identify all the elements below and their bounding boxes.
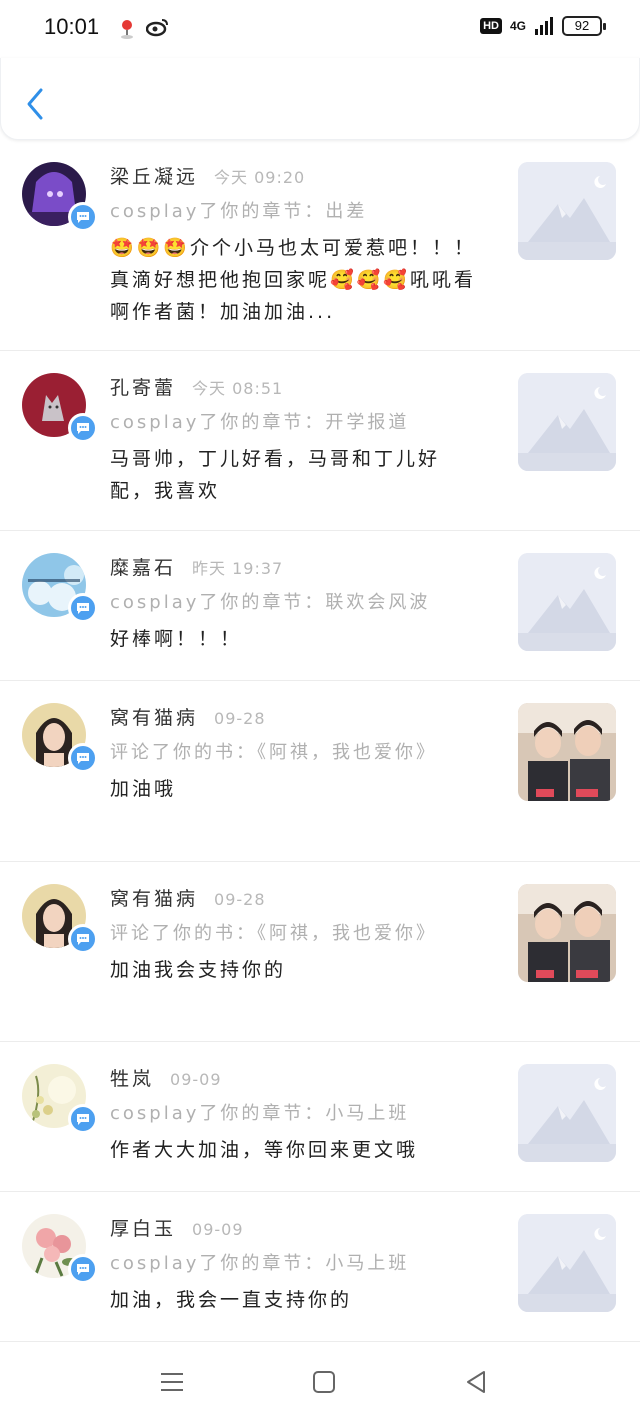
item-content: 厚白玉 09-09 cosplay了你的章节：小马上班 加油，我会一直支持你的 (110, 1214, 480, 1316)
comment-badge-icon (68, 413, 98, 443)
comment-badge-icon (68, 1104, 98, 1134)
item-comment: 🤩🤩🤩介个小马也太可爱惹吧！！！真滴好想把他抱回家呢🥰🥰🥰吼吼看啊作者菌！加油加… (110, 237, 476, 323)
avatar[interactable] (22, 373, 98, 443)
user-name[interactable]: 窝有猫病 (110, 703, 198, 730)
header (0, 58, 640, 140)
home-button[interactable] (310, 1368, 338, 1396)
item-time: 今天 09:20 (214, 168, 306, 187)
item-action: 评论了你的书：《阿祺，我也爱你》 (110, 923, 437, 944)
menu-icon (161, 1373, 183, 1391)
thumbnail-photo[interactable] (518, 703, 616, 801)
thumbnail-placeholder[interactable] (518, 162, 616, 260)
thumbnail-placeholder[interactable] (518, 553, 616, 651)
thumbnail-placeholder[interactable] (518, 1214, 616, 1312)
avatar[interactable] (22, 1214, 98, 1284)
item-content: 糜嘉石 昨天 19:37 cosplay了你的章节：联欢会风波 好棒啊！！！ (110, 553, 480, 655)
list-item[interactable]: 牲岚 09-09 cosplay了你的章节：小马上班 作者大大加油，等你回来更文… (0, 1042, 640, 1192)
item-time: 09-28 (214, 890, 266, 909)
item-action: 评论了你的书：《阿祺，我也爱你》 (110, 742, 437, 763)
back-nav-button[interactable] (462, 1368, 490, 1396)
item-content: 牲岚 09-09 cosplay了你的章节：小马上班 作者大大加油，等你回来更文… (110, 1064, 480, 1166)
user-name[interactable]: 厚白玉 (110, 1214, 176, 1241)
notification-list: 梁丘凝远 今天 09:20 cosplay了你的章节：出差 🤩🤩🤩介个小马也太可… (0, 140, 640, 1342)
item-comment: 作者大大加油，等你回来更文哦 (110, 1139, 419, 1161)
list-item[interactable]: 梁丘凝远 今天 09:20 cosplay了你的章节：出差 🤩🤩🤩介个小马也太可… (0, 140, 640, 351)
item-action: cosplay了你的章节：小马上班 (110, 1253, 410, 1274)
thumbnail-placeholder[interactable] (518, 1064, 616, 1162)
item-time: 09-09 (192, 1220, 244, 1239)
comment-badge-icon (68, 202, 98, 232)
status-app-icons (118, 17, 170, 39)
network-type: 4G (509, 19, 526, 33)
user-name[interactable]: 梁丘凝远 (110, 162, 198, 189)
user-name[interactable]: 牲岚 (110, 1064, 154, 1091)
status-bar: 10:01 HD 4G 92 (0, 0, 640, 58)
comment-badge-icon (68, 1254, 98, 1284)
item-comment: 加油哦 (110, 778, 177, 800)
user-name[interactable]: 孔寄蕾 (110, 373, 176, 400)
item-action: cosplay了你的章节：出差 (110, 201, 368, 222)
item-action: cosplay了你的章节：小马上班 (110, 1103, 410, 1124)
comment-badge-icon (68, 593, 98, 623)
chevron-left-icon (27, 88, 43, 120)
item-action: cosplay了你的章节：联欢会风波 (110, 592, 431, 613)
comment-badge-icon (68, 743, 98, 773)
avatar[interactable] (22, 703, 98, 773)
status-right: HD 4G 92 (480, 16, 606, 36)
hd-badge: HD (480, 18, 502, 34)
item-comment: 加油，我会一直支持你的 (110, 1289, 353, 1311)
item-comment: 加油我会支持你的 (110, 959, 287, 981)
item-content: 窝有猫病 09-28 评论了你的书：《阿祺，我也爱你》 加油我会支持你的 (110, 884, 480, 986)
home-square-icon (313, 1371, 335, 1393)
item-content: 梁丘凝远 今天 09:20 cosplay了你的章节：出差 🤩🤩🤩介个小马也太可… (110, 162, 480, 328)
item-time: 今天 08:51 (192, 379, 284, 398)
map-pin-icon (121, 20, 133, 39)
list-item[interactable]: 厚白玉 09-09 cosplay了你的章节：小马上班 加油，我会一直支持你的 (0, 1192, 640, 1342)
item-comment: 好棒啊！！！ (110, 628, 243, 650)
item-content: 孔寄蕾 今天 08:51 cosplay了你的章节：开学报道 马哥帅，丁儿好看，… (110, 373, 480, 507)
user-name[interactable]: 糜嘉石 (110, 553, 176, 580)
thumbnail-placeholder[interactable] (518, 373, 616, 471)
back-triangle-icon (467, 1371, 485, 1393)
list-item[interactable]: 糜嘉石 昨天 19:37 cosplay了你的章节：联欢会风波 好棒啊！！！ (0, 531, 640, 681)
thumbnail-photo[interactable] (518, 884, 616, 982)
battery-indicator: 92 (562, 16, 606, 36)
comment-badge-icon (68, 924, 98, 954)
weibo-icon (146, 19, 168, 37)
status-time: 10:01 (44, 14, 100, 39)
avatar[interactable] (22, 884, 98, 954)
list-item[interactable]: 窝有猫病 09-28 评论了你的书：《阿祺，我也爱你》 加油哦 (0, 681, 640, 862)
item-content: 窝有猫病 09-28 评论了你的书：《阿祺，我也爱你》 加油哦 (110, 703, 480, 805)
avatar[interactable] (22, 1064, 98, 1134)
list-item[interactable]: 孔寄蕾 今天 08:51 cosplay了你的章节：开学报道 马哥帅，丁儿好看，… (0, 351, 640, 531)
user-name[interactable]: 窝有猫病 (110, 884, 198, 911)
back-button[interactable] (21, 84, 51, 124)
item-comment: 马哥帅，丁儿好看，马哥和丁儿好配，我喜欢 (110, 448, 441, 502)
avatar[interactable] (22, 553, 98, 623)
item-action: cosplay了你的章节：开学报道 (110, 412, 410, 433)
item-time: 09-28 (214, 709, 266, 728)
system-nav-bar (0, 1342, 640, 1422)
item-time: 09-09 (170, 1070, 222, 1089)
list-item[interactable]: 窝有猫病 09-28 评论了你的书：《阿祺，我也爱你》 加油我会支持你的 (0, 862, 640, 1042)
menu-button[interactable] (158, 1368, 186, 1396)
signal-icon (535, 17, 553, 35)
item-time: 昨天 19:37 (192, 559, 284, 578)
avatar[interactable] (22, 162, 98, 232)
